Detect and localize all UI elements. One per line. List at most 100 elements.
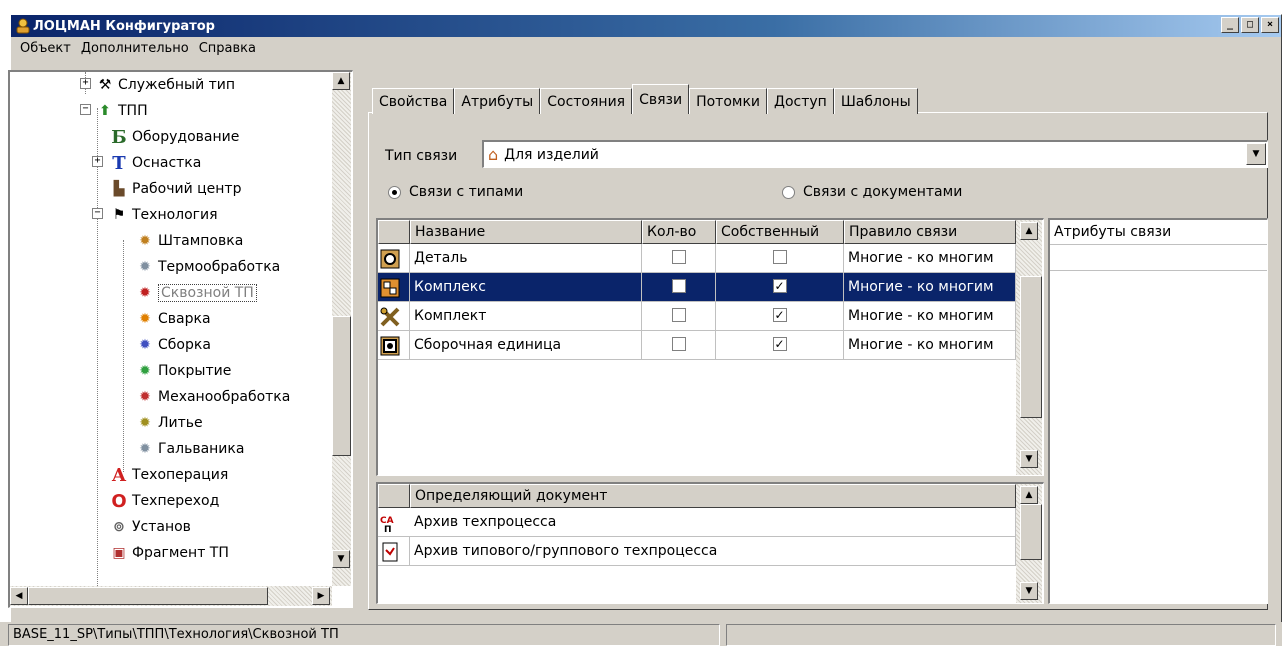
tree-item-machining[interactable]: ✹ Механообработка (136, 384, 290, 410)
tree-item-label: Техоперация (132, 467, 229, 483)
row-icon-cell (378, 273, 410, 302)
expand-toggle-icon[interactable]: + (92, 156, 103, 167)
scroll-thumb[interactable] (332, 316, 351, 456)
tab-descendants[interactable]: Потомки (689, 88, 768, 114)
scroll-up-icon[interactable]: ▲ (332, 72, 350, 90)
tree-item-label: Технология (132, 207, 218, 223)
cell-name: Сборочная единица (410, 331, 642, 360)
scroll-thumb[interactable] (1020, 504, 1042, 560)
menu-additional[interactable]: Дополнительно (76, 41, 194, 56)
cell-rule: Многие - ко многим (844, 302, 1016, 331)
cell-rule: Многие - ко многим (844, 244, 1016, 273)
own-checkbox[interactable]: ✓ (772, 279, 787, 293)
house-icon: ⌂ (488, 145, 499, 164)
tree-item-assembly[interactable]: ✹ Сборка (136, 332, 211, 358)
tree-item-service-type[interactable]: ⚒ Служебный тип (96, 72, 235, 98)
scroll-right-icon[interactable]: ▶ (312, 587, 330, 605)
tree-item-galvanic[interactable]: ✹ Гальваника (136, 436, 244, 462)
cell-qty (642, 302, 716, 331)
scroll-up-icon[interactable]: ▲ (1020, 222, 1038, 240)
qty-checkbox[interactable] (671, 279, 686, 293)
scroll-down-icon[interactable]: ▼ (332, 550, 350, 568)
qty-checkbox[interactable] (671, 308, 686, 322)
tab-access[interactable]: Доступ (767, 88, 834, 114)
type-tree[interactable]: + − + − ⚒ Служебный тип ⬆ ТПП Б Оборудов… (8, 70, 353, 608)
table-row[interactable]: Комплект ✓ Многие - ко многим (378, 302, 1016, 331)
attributes-empty-row (1050, 245, 1267, 271)
tab-links[interactable]: Связи (632, 84, 690, 114)
link-attributes-panel[interactable]: Атрибуты связи (1048, 218, 1268, 604)
gear-icon: ✹ (139, 259, 151, 275)
link-type-select[interactable]: ⌂ Для изделий ▼ (482, 140, 1268, 168)
table-row[interactable]: Архив типового/группового техпроцесса (378, 537, 1016, 566)
gear-red-icon: ✹ (139, 285, 151, 301)
column-header-own[interactable]: Собственный (716, 220, 844, 244)
scroll-down-icon[interactable]: ▼ (1020, 450, 1038, 468)
table-row[interactable]: Сборочная единица ✓ Многие - ко многим (378, 331, 1016, 360)
tree-item-techoperation[interactable]: A Техоперация (110, 462, 228, 488)
own-checkbox[interactable] (772, 250, 787, 264)
expand-toggle-icon[interactable]: + (80, 78, 91, 89)
collapse-toggle-icon[interactable]: − (92, 208, 103, 219)
gear-yellow-icon: ✹ (139, 415, 151, 431)
minimize-button[interactable]: _ (1221, 17, 1239, 33)
links-table[interactable]: Название Кол-во Собственный Правило связ… (376, 218, 1044, 476)
table-row[interactable]: Комплекс ✓ Многие - ко многим (378, 273, 1016, 302)
tree-vertical-scrollbar[interactable]: ▲ ▼ (332, 72, 351, 586)
tab-properties[interactable]: Свойства (372, 88, 455, 114)
menu-help[interactable]: Справка (194, 41, 261, 56)
fragment-icon: ▣ (112, 545, 126, 561)
tree-item-workcenter[interactable]: ▙ Рабочий центр (110, 176, 242, 202)
maximize-button[interactable]: □ (1241, 17, 1259, 33)
scroll-thumb[interactable] (1020, 276, 1042, 418)
radio-links-with-documents[interactable]: Связи с документами (782, 184, 962, 200)
documents-table[interactable]: Определяющий документ СА П Архив техпроце… (376, 482, 1044, 604)
tree-item-heat-treatment[interactable]: ✹ Термообработка (136, 254, 280, 280)
documents-table-scrollbar[interactable]: ▲ ▼ (1016, 484, 1042, 603)
column-header-defining-document[interactable]: Определяющий документ (410, 484, 1016, 508)
own-checkbox[interactable]: ✓ (772, 337, 787, 351)
cell-name: Деталь (410, 244, 642, 273)
title-bar[interactable]: ЛОЦМАН Конфигуратор _ □ × (11, 15, 1281, 37)
scroll-thumb[interactable] (28, 587, 268, 605)
column-header-name[interactable]: Название (410, 220, 642, 244)
workcenter-icon: ▙ (113, 181, 125, 197)
letter-b-icon: Б (111, 126, 127, 148)
links-table-scrollbar[interactable]: ▲ ▼ (1016, 220, 1042, 475)
radio-links-with-types[interactable]: Связи с типами (388, 184, 523, 200)
tree-item-welding[interactable]: ✹ Сварка (136, 306, 210, 332)
tab-states[interactable]: Состояния (540, 88, 633, 114)
cell-rule: Многие - ко многим (844, 331, 1016, 360)
tree-horizontal-scrollbar[interactable]: ◀ ▶ (10, 586, 332, 606)
tree-item-equipment[interactable]: Б Оборудование (110, 124, 239, 150)
tree-item-techstep[interactable]: O Техпереход (110, 488, 219, 514)
dropdown-arrow-icon[interactable]: ▼ (1246, 143, 1266, 165)
scroll-up-icon[interactable]: ▲ (1020, 486, 1038, 504)
tree-item-stamping[interactable]: ✹ Штамповка (136, 228, 243, 254)
menu-object[interactable]: Объект (15, 41, 76, 56)
close-button[interactable]: × (1261, 17, 1279, 33)
column-header-qty[interactable]: Кол-во (642, 220, 716, 244)
tree-item-label: Механообработка (158, 389, 291, 405)
tree-item-tpp[interactable]: ⬆ ТПП (96, 98, 147, 124)
status-path: BASE_11_SP\Типы\ТПП\Технология\Сквозной … (8, 624, 720, 646)
tree-item-setup[interactable]: ⊚ Установ (110, 514, 191, 540)
tree-item-tooling[interactable]: Т Оснастка (110, 150, 201, 176)
own-checkbox[interactable]: ✓ (772, 308, 787, 322)
table-row[interactable]: СА П Архив техпроцесса (378, 508, 1016, 537)
table-row[interactable]: Деталь Многие - ко многим (378, 244, 1016, 273)
qty-checkbox[interactable] (671, 250, 686, 264)
collapse-toggle-icon[interactable]: − (80, 104, 91, 115)
tree-item-technology[interactable]: ⚑ Технология (110, 202, 218, 228)
tab-templates[interactable]: Шаблоны (833, 88, 918, 114)
tree-item-casting[interactable]: ✹ Литье (136, 410, 203, 436)
tree-item-coating[interactable]: ✹ Покрытие (136, 358, 231, 384)
tree-item-through-tp[interactable]: ✹ Сквозной ТП (136, 280, 257, 306)
tree-content: + − + − ⚒ Служебный тип ⬆ ТПП Б Оборудов… (10, 72, 332, 586)
scroll-down-icon[interactable]: ▼ (1020, 582, 1038, 600)
column-header-rule[interactable]: Правило связи (844, 220, 1016, 244)
qty-checkbox[interactable] (671, 337, 686, 351)
scroll-left-icon[interactable]: ◀ (10, 587, 28, 605)
tab-attributes[interactable]: Атрибуты (454, 88, 541, 114)
tree-item-fragment[interactable]: ▣ Фрагмент ТП (110, 540, 229, 566)
